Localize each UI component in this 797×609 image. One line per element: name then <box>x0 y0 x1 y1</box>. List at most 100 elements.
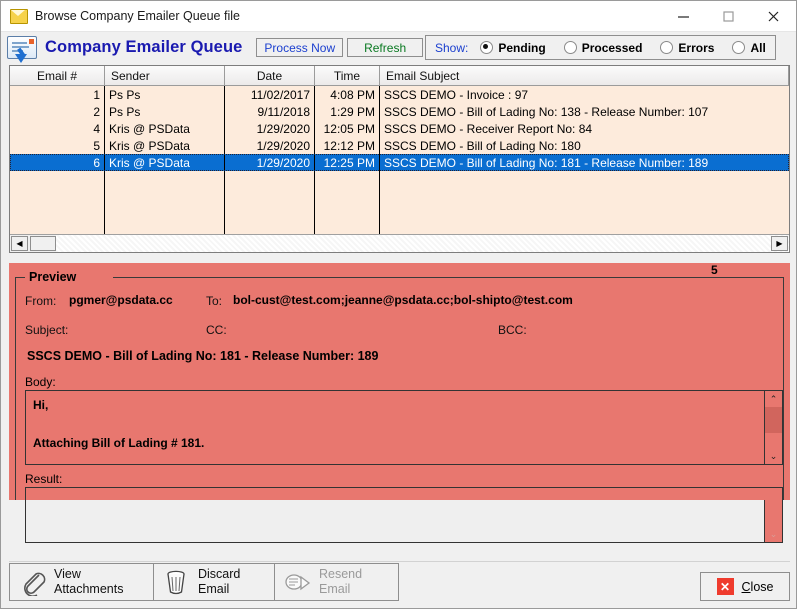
envelope-icon <box>10 8 28 24</box>
discard-email-label: Discard Email <box>198 567 240 597</box>
cell-subject: SSCS DEMO - Bill of Lading No: 181 - Rel… <box>384 155 709 170</box>
window-title: Browse Company Emailer Queue file <box>35 9 240 23</box>
table-row[interactable]: 5 Kris @ PSData 1/29/2020 12:12 PM SSCS … <box>10 137 789 154</box>
table-row[interactable]: 2 Ps Ps 9/11/2018 1:29 PM SSCS DEMO - Bi… <box>10 103 789 120</box>
refresh-button[interactable]: Refresh <box>347 38 424 57</box>
cell-date: 9/11/2018 <box>225 103 315 120</box>
grid-body: 1 Ps Ps 11/02/2017 4:08 PM SSCS DEMO - I… <box>10 86 789 234</box>
table-row-empty <box>10 222 789 234</box>
maximize-button[interactable] <box>706 1 751 31</box>
close-window-button[interactable] <box>751 1 796 31</box>
body-vertical-scrollbar[interactable]: ⌃ ⌄ <box>764 391 782 464</box>
table-row[interactable]: 4 Kris @ PSData 1/29/2020 12:05 PM SSCS … <box>10 120 789 137</box>
cell-time: 12:12 PM <box>315 137 380 154</box>
paperclip-icon <box>18 568 48 597</box>
preview-panel: Preview 5 From: pgmer@psdata.cc To: bol-… <box>9 263 790 543</box>
cell-time: 1:29 PM <box>315 103 380 120</box>
show-label: Show: <box>435 40 469 55</box>
grid-horizontal-scrollbar[interactable]: ◀ ▶ <box>10 234 789 252</box>
radio-all[interactable]: All <box>732 40 766 55</box>
view-attachments-button[interactable]: View Attachments <box>9 563 157 601</box>
discard-line2: Email <box>198 582 230 596</box>
from-value: pgmer@psdata.cc <box>69 293 173 307</box>
radio-label-processed: Processed <box>581 40 643 55</box>
resend-mail-icon <box>283 568 313 596</box>
body-scroll-track[interactable] <box>765 407 782 448</box>
process-now-button[interactable]: Process Now <box>256 38 344 57</box>
scroll-up-icon[interactable]: ⌃ <box>765 391 782 407</box>
radio-processed[interactable]: Processed <box>563 40 643 55</box>
cell-sender: Ps Ps <box>105 103 225 120</box>
close-accel: C <box>741 579 751 594</box>
browse-company-emailer-queue-window: Browse Company Emailer Queue file Compan… <box>0 0 797 609</box>
view-attachments-line2: Attachments <box>54 582 124 596</box>
column-header-time[interactable]: Time <box>315 66 380 86</box>
cell-sender: Kris @ PSData <box>105 137 225 154</box>
cell-date: 1/29/2020 <box>225 137 315 154</box>
cell-email-number: 2 <box>10 103 105 120</box>
cell-sender: Ps Ps <box>105 86 225 103</box>
table-row[interactable]: 1 Ps Ps 11/02/2017 4:08 PM SSCS DEMO - I… <box>10 86 789 103</box>
email-queue-grid[interactable]: Email # Sender Date Time Email Subject 1… <box>9 65 790 253</box>
result-label: Result: <box>25 472 63 486</box>
hscroll-track[interactable] <box>56 235 789 252</box>
minimize-button[interactable] <box>661 1 706 31</box>
table-row-empty <box>10 171 789 188</box>
preview-subject-value: SSCS DEMO - Bill of Lading No: 181 - Rel… <box>27 349 379 363</box>
group-border-vleft <box>15 277 16 500</box>
table-row-selected[interactable]: 6 Kris @ PSData 1/29/2020 12:25 PM SSCS … <box>10 154 789 171</box>
footer-divider <box>9 561 790 562</box>
subject-label: Subject: <box>25 323 69 337</box>
resend-email-button: Resend Email <box>274 563 399 601</box>
show-filter-group: Show: Pending Processed Errors All <box>425 35 776 60</box>
email-send-icon <box>7 36 37 63</box>
cell-time: 12:25 PM <box>315 154 380 171</box>
radio-label-pending: Pending <box>498 40 546 55</box>
column-header-email-number[interactable]: Email # <box>10 66 105 86</box>
scroll-down-icon[interactable]: ⌄ <box>765 448 782 464</box>
result-scroll-track <box>765 504 782 526</box>
cell-subject: SSCS DEMO - Receiver Report No: 84 <box>384 121 593 136</box>
cell-date: 1/29/2020 <box>225 120 315 137</box>
body-textarea[interactable]: Hi, Attaching Bill of Lading # 181. ⌃ ⌄ <box>25 390 783 465</box>
cell-subject: SSCS DEMO - Bill of Lading No: 180 <box>384 138 581 153</box>
radio-label-all: All <box>750 40 766 55</box>
scroll-right-icon[interactable]: ▶ <box>771 236 788 251</box>
trash-can-icon <box>162 568 192 596</box>
group-border-right <box>113 277 784 278</box>
discard-line1: Discard <box>198 567 241 581</box>
cell-date: 1/29/2020 <box>225 154 315 171</box>
body-text: Hi, Attaching Bill of Lading # 181. <box>33 398 205 450</box>
radio-label-errors: Errors <box>678 40 715 55</box>
close-button[interactable]: ✕ Close <box>700 572 790 601</box>
cell-time: 12:05 PM <box>315 120 380 137</box>
cell-email-number: 1 <box>10 86 105 103</box>
record-count-badge: 5 <box>708 263 721 277</box>
radio-dot-errors <box>660 41 674 54</box>
radio-errors[interactable]: Errors <box>660 41 714 55</box>
radio-dot-processed <box>563 41 577 54</box>
app-toolbar: Company Emailer Queue Process Now Refres… <box>1 32 796 63</box>
cell-sender: Kris @ PSData <box>105 120 225 137</box>
to-value: bol-cust@test.com;jeanne@psdata.cc;bol-s… <box>233 293 573 307</box>
resend-line1: Resend <box>319 567 363 581</box>
window-title-bar: Browse Company Emailer Queue file <box>1 1 796 32</box>
discard-email-button[interactable]: Discard Email <box>153 563 278 601</box>
bcc-label: BCC: <box>498 323 527 337</box>
cell-email-number: 6 <box>10 154 105 171</box>
view-attachments-label: View Attachments <box>54 567 123 597</box>
cc-label: CC: <box>206 323 227 337</box>
preview-group-title: Preview <box>25 270 81 284</box>
column-header-sender[interactable]: Sender <box>105 66 225 86</box>
column-header-email-subject[interactable]: Email Subject <box>380 66 789 86</box>
column-header-date[interactable]: Date <box>225 66 315 86</box>
cell-time: 4:08 PM <box>315 86 380 103</box>
radio-pending[interactable]: Pending <box>480 40 546 55</box>
close-button-label: Close <box>742 580 774 594</box>
hscroll-thumb[interactable] <box>30 236 56 251</box>
view-attachments-line1: View <box>54 567 81 581</box>
resend-email-label: Resend Email <box>319 567 362 597</box>
scroll-left-icon[interactable]: ◀ <box>11 236 28 251</box>
body-scroll-thumb[interactable] <box>765 407 782 433</box>
radio-dot-all <box>732 41 746 54</box>
